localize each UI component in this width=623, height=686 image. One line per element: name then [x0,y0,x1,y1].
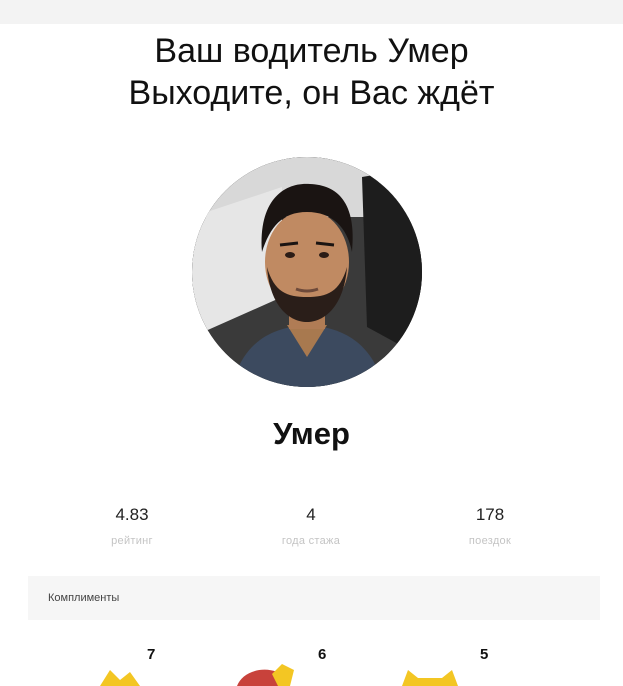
stat-experience-value: 4 [306,505,316,524]
compliment-count: 6 [318,646,327,663]
red-yellow-sticker-icon[interactable] [232,662,302,686]
headline-line-1: Ваш водитель Умер [154,32,469,70]
yellow-sticker-icon[interactable] [90,666,150,686]
stat-rating-label: рейтинг [111,535,153,547]
stat-rating: 4.83 рейтинг [52,505,212,547]
stat-experience: 4 года стажа [231,505,391,547]
stat-rating-value: 4.83 [115,505,149,524]
headline-line-2: Выходите, он Вас ждёт [128,74,495,112]
compliment-count: 7 [147,646,156,663]
stat-experience-label: года стажа [281,535,341,547]
driver-name: Умер [273,416,350,451]
stat-trips-value: 178 [475,505,505,524]
driver-photo-icon [192,157,422,387]
notification-headline: Ваш водитель Умер Выходите, он Вас ждёт [0,30,623,114]
compliment-count: 5 [480,646,489,663]
yellow-cat-sticker-icon[interactable] [398,664,462,686]
driver-avatar[interactable] [192,157,422,387]
stat-trips-label: поездок [468,535,512,547]
compliments-header: Комплименты [28,576,600,620]
stat-trips: 178 поездок [410,505,570,547]
compliments-title: Комплименты [48,592,120,604]
top-strip [0,0,623,24]
